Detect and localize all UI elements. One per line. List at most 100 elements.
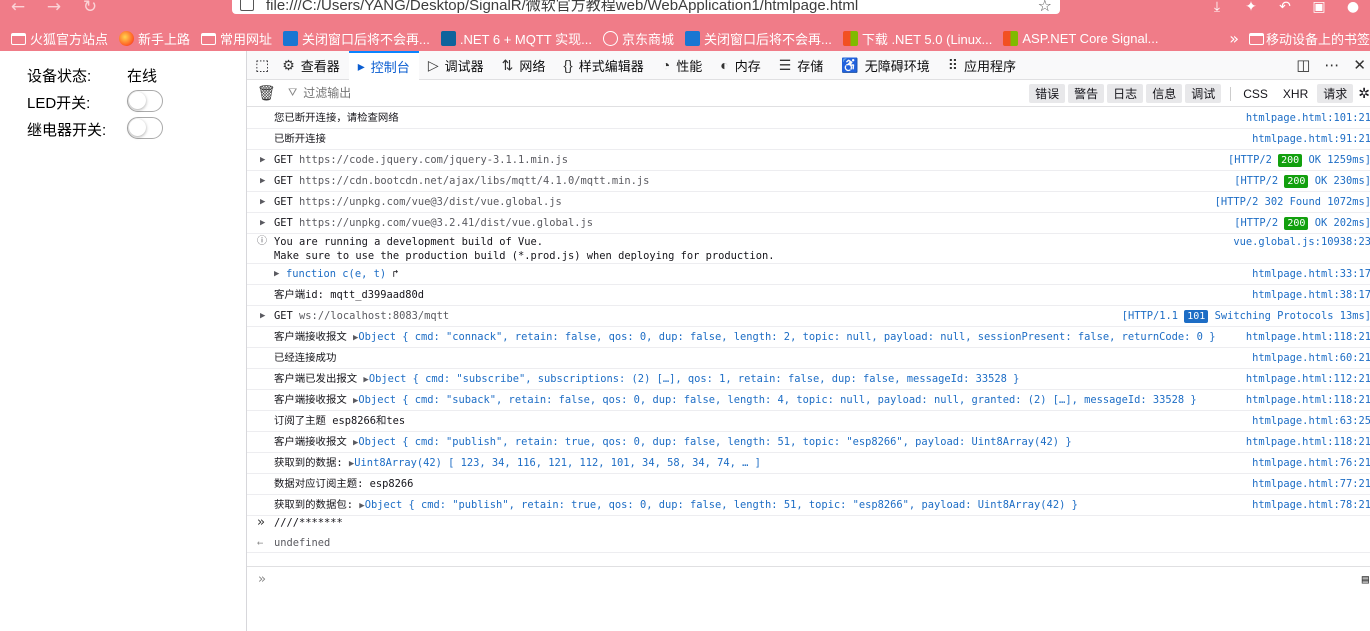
object-preview[interactable]: Object { cmd: "subscribe", subscriptions… [369, 373, 1020, 385]
bookmark-item[interactable]: 京东商城 [602, 29, 674, 48]
object-preview[interactable]: Object { cmd: "publish", retain: true, q… [365, 499, 1078, 511]
log-source-link[interactable]: vue.global.js:10938:23 [1233, 235, 1370, 249]
bookmark-item[interactable]: 关闭窗口后将不会再... [684, 29, 832, 48]
object-preview[interactable]: Object { cmd: "connack", retain: false, … [358, 331, 1215, 343]
expand-twisty-icon[interactable]: ▶ [274, 264, 279, 284]
log-source-link[interactable]: htmlpage.html:91:21 [1252, 129, 1370, 149]
http-method: GET [274, 217, 293, 229]
filter-logs-button[interactable]: 日志 [1107, 84, 1144, 103]
led-toggle[interactable] [127, 90, 163, 112]
filter-info-button[interactable]: 信息 [1146, 84, 1183, 103]
log-source-link[interactable]: htmlpage.html:78:21 [1252, 495, 1370, 515]
log-source-link[interactable]: htmlpage.html:101:21 [1246, 108, 1370, 128]
filter-errors-button[interactable]: 错误 [1029, 84, 1066, 103]
log-source-link[interactable]: htmlpage.html:118:21 [1246, 432, 1370, 452]
settings-icon[interactable]: ✲ [1358, 86, 1370, 102]
download-icon[interactable]: ⤓ [1200, 0, 1234, 18]
bookmark-item[interactable]: .NET 6 + MQTT 实现... [440, 29, 592, 48]
tab-application[interactable]: ⠿ 应用程序 [939, 51, 1025, 80]
account-icon[interactable]: ▣ [1302, 0, 1336, 18]
network-row[interactable]: ▶ GET ws://localhost:8083/mqtt [HTTP/1.1 1… [247, 306, 1370, 327]
request-url: ws://localhost:8083/mqtt [299, 310, 450, 322]
url-input[interactable] [266, 0, 1036, 13]
console-prompt[interactable]: » ▤ [247, 566, 1370, 591]
log-source-link[interactable]: htmlpage.html:38:17 [1252, 285, 1370, 305]
reload-icon[interactable]: ↻ [72, 0, 108, 18]
filter-warnings-button[interactable]: 警告 [1068, 84, 1105, 103]
tab-debugger[interactable]: ▷ 调试器 [419, 51, 493, 80]
log-source-link[interactable]: htmlpage.html:33:17 [1252, 264, 1370, 284]
tab-performance[interactable]: ◔ 性能 [653, 51, 711, 80]
tab-inspector[interactable]: ⚙ 查看器 [273, 51, 349, 80]
filter-requests-button[interactable]: 请求 [1317, 84, 1354, 103]
log-row: 订阅了主题 esp8266和tes htmlpage.html:63:25 [247, 411, 1370, 432]
network-row[interactable]: ▶ GET https://cdn.bootcdn.net/ajax/libs/m… [247, 171, 1370, 192]
bookmark-item[interactable]: 常用网址 [201, 29, 272, 48]
network-row[interactable]: ▶ GET https://unpkg.com/vue@3/dist/vue.gl… [247, 192, 1370, 213]
expand-twisty-icon[interactable]: ▶ [260, 171, 265, 191]
log-source-link[interactable]: htmlpage.html:76:21 [1252, 453, 1370, 473]
tab-memory[interactable]: ◐ 内存 [711, 51, 769, 80]
result-text: undefined [274, 537, 331, 549]
close-icon[interactable]: ✕ [1353, 56, 1366, 74]
editor-mode-icon[interactable]: ▤ [1362, 567, 1369, 592]
console-input-echo: » ////******* [247, 513, 1370, 533]
log-source-link[interactable]: htmlpage.html:60:21 [1252, 348, 1370, 368]
page-icon [240, 0, 254, 11]
expand-twisty-icon[interactable]: ▶ [260, 213, 265, 233]
bookmark-label: .NET 6 + MQTT 实现... [459, 32, 592, 47]
undo-icon[interactable]: ↶ [1268, 0, 1302, 18]
extension-icon[interactable]: ✦ [1234, 0, 1268, 18]
jump-to-definition-icon[interactable]: ↱ [392, 268, 398, 280]
filter-input[interactable] [303, 86, 504, 100]
bookmark-label: 下载 .NET 5.0 (Linux... [861, 32, 993, 47]
log-message: 已经连接成功 [274, 352, 337, 364]
url-bar[interactable]: ☆ [232, 0, 1060, 15]
log-message: 数据对应订阅主题: esp8266 [274, 478, 414, 490]
log-prefix: 客户端接收报文 [274, 331, 347, 343]
bookmark-item[interactable]: 关闭窗口后将不会再... [283, 29, 430, 48]
more-options-icon[interactable]: ⋯ [1324, 56, 1339, 74]
object-preview[interactable]: Object { cmd: "publish", retain: true, q… [358, 436, 1071, 448]
tab-label: 网络 [519, 58, 546, 74]
status-badge: 200 [1278, 154, 1303, 167]
tab-storage[interactable]: ☰ 存储 [770, 51, 833, 80]
bookmark-star-icon[interactable]: ☆ [1038, 0, 1052, 15]
dock-icon[interactable]: ◫ [1296, 56, 1310, 74]
tab-accessibility[interactable]: ♿ 无障碍环境 [832, 51, 938, 80]
expand-twisty-icon[interactable]: ▶ [260, 306, 265, 326]
forward-icon[interactable]: → [36, 0, 72, 18]
bookmark-item[interactable]: 火狐官方站点 [11, 29, 108, 48]
mobile-bookmarks-link[interactable]: 移动设备上的书签 [1266, 29, 1370, 48]
bookmark-item[interactable]: 下载 .NET 5.0 (Linux... [842, 29, 993, 48]
tab-console[interactable]: ▸ 控制台 [348, 50, 419, 80]
array-preview[interactable]: Uint8Array(42) [ 123, 34, 116, 121, 112,… [354, 457, 761, 469]
log-source-link[interactable]: htmlpage.html:112:21 [1246, 369, 1370, 389]
tab-network[interactable]: ⇅ 网络 [493, 51, 555, 80]
bookmark-label: ASP.NET Core Signal... [1022, 31, 1159, 46]
relay-toggle[interactable] [127, 117, 163, 139]
log-source-link[interactable]: htmlpage.html:118:21 [1246, 390, 1370, 410]
log-source-link[interactable]: htmlpage.html:118:21 [1246, 327, 1370, 347]
bookmark-item[interactable]: 新手上路 [119, 29, 190, 48]
tab-style-editor[interactable]: {} 样式编辑器 [554, 51, 652, 80]
result-arrow-icon: ← [257, 537, 264, 549]
filter-xhr-button[interactable]: XHR [1277, 86, 1314, 102]
menu-extension-icon[interactable]: ● [1336, 0, 1370, 18]
more-bookmarks-button[interactable]: » [1229, 29, 1239, 48]
network-row[interactable]: ▶ GET https://unpkg.com/vue@3.2.41/dist/v… [247, 213, 1370, 234]
back-icon[interactable]: ← [0, 0, 36, 18]
filter-css-button[interactable]: CSS [1237, 86, 1274, 102]
object-preview[interactable]: Object { cmd: "suback", retain: false, q… [358, 394, 1196, 406]
element-picker-icon[interactable]: ⬚ [255, 56, 269, 74]
protocol: [HTTP/2 [1234, 217, 1279, 229]
clear-console-icon[interactable]: 🗑 [257, 84, 276, 102]
network-row[interactable]: ▶ GET https://code.jquery.com/jquery-3.1.… [247, 150, 1370, 171]
expand-twisty-icon[interactable]: ▶ [260, 192, 265, 212]
log-row: 数据对应订阅主题: esp8266 htmlpage.html:77:21 [247, 474, 1370, 495]
log-source-link[interactable]: htmlpage.html:77:21 [1252, 474, 1370, 494]
log-source-link[interactable]: htmlpage.html:63:25 [1252, 411, 1370, 431]
filter-debug-button[interactable]: 调试 [1185, 84, 1222, 103]
expand-twisty-icon[interactable]: ▶ [260, 150, 265, 170]
bookmark-item[interactable]: ASP.NET Core Signal... [1003, 31, 1158, 46]
